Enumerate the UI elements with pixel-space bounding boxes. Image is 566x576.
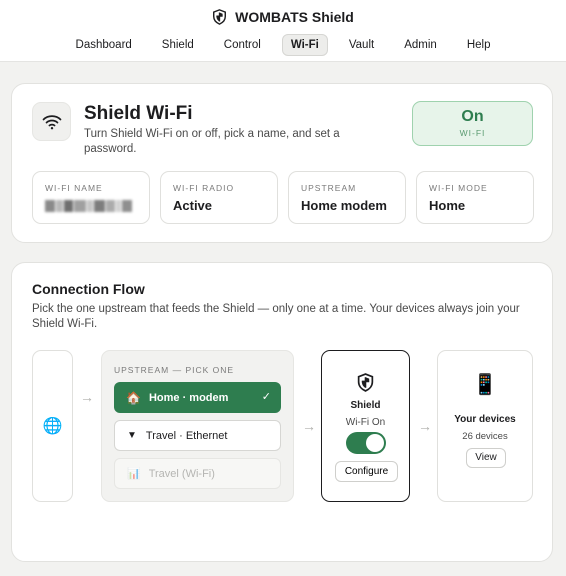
- stat-value: Home: [429, 198, 466, 213]
- globe-icon: 🌐: [42, 418, 63, 435]
- phone-icon: 📱: [472, 374, 498, 396]
- upstream-picker: UPSTREAM — PICK ONE 🏠 Home · modem ✓ ▼ T…: [101, 350, 294, 502]
- wifi-status-label: WI-FI: [459, 128, 486, 138]
- stat-label: UPSTREAM: [301, 183, 357, 193]
- nav-shield[interactable]: Shield: [153, 34, 203, 56]
- toggle-knob: [366, 434, 384, 452]
- top-bar: WOMBATS Shield Dashboard Shield Control …: [0, 0, 566, 62]
- stat-label: WI-FI RADIO: [173, 183, 235, 193]
- main-nav: Dashboard Shield Control Wi-Fi Vault Adm…: [0, 33, 566, 57]
- shield-logo-icon: [213, 9, 227, 25]
- shield-state: Wi-Fi On: [345, 417, 386, 428]
- stat-wifi-mode: WI-FI MODE Home: [416, 171, 534, 224]
- wifi-status-value: On: [461, 108, 484, 125]
- arrow-right-icon: →: [80, 389, 94, 405]
- configure-button[interactable]: Configure: [335, 461, 398, 482]
- stat-wifi-radio: WI-FI RADIO Active: [160, 171, 278, 224]
- house-icon: 🏠: [126, 390, 141, 405]
- nav-control[interactable]: Control: [215, 34, 270, 56]
- wifi-status-badge[interactable]: On WI-FI: [412, 101, 533, 146]
- option-label: Travel (Wi-Fi): [148, 467, 215, 480]
- devices-count: 26 devices: [462, 431, 508, 442]
- nav-wifi[interactable]: Wi-Fi: [281, 34, 328, 56]
- shield-node: Shield Wi-Fi On Configure: [321, 350, 410, 502]
- devices-title: Your devices: [454, 414, 516, 425]
- chart-icon: 📊: [127, 468, 141, 480]
- stat-value: Active: [173, 198, 213, 213]
- arrow-right-icon: →: [418, 418, 432, 434]
- brand-name: WOMBATS Shield: [235, 9, 354, 25]
- upstream-option-travel-ethernet[interactable]: ▼ Travel · Ethernet: [114, 420, 281, 451]
- nav-help[interactable]: Help: [458, 34, 500, 56]
- page-subtitle: Turn Shield Wi-Fi on or off, pick a name…: [84, 128, 340, 155]
- upstream-label: UPSTREAM — PICK ONE: [114, 365, 235, 375]
- view-devices-button[interactable]: View: [466, 448, 506, 468]
- nav-admin[interactable]: Admin: [395, 34, 446, 56]
- nav-vault[interactable]: Vault: [340, 34, 383, 56]
- page-title: Shield Wi-Fi: [84, 103, 193, 124]
- upstream-option-travel-wifi: 📊 Travel (Wi-Fi): [114, 458, 281, 489]
- stat-label: WI-FI NAME: [45, 183, 103, 193]
- wifi-name-redacted: [45, 199, 133, 213]
- nav-dashboard[interactable]: Dashboard: [67, 34, 141, 56]
- option-label: Travel · Ethernet: [145, 429, 228, 442]
- section-title: Connection Flow: [32, 281, 145, 297]
- wifi-icon: [32, 102, 71, 141]
- brand: WOMBATS Shield: [0, 7, 566, 27]
- stat-wifi-name: WI-FI NAME: [32, 171, 150, 224]
- shield-icon: [357, 373, 374, 392]
- option-label: Home · modem: [148, 391, 229, 404]
- check-icon: ✓: [261, 391, 271, 403]
- stat-label: WI-FI MODE: [429, 183, 488, 193]
- stat-upstream: UPSTREAM Home modem: [288, 171, 406, 224]
- ethernet-icon: ▼: [127, 430, 137, 441]
- stat-value: Home modem: [301, 198, 387, 213]
- devices-node: 📱 Your devices 26 devices View: [437, 350, 533, 502]
- section-description: Pick the one upstream that feeds the Shi…: [32, 303, 520, 330]
- shield-name: Shield: [350, 400, 381, 411]
- wifi-card: Shield Wi-Fi Turn Shield Wi-Fi on or off…: [11, 83, 553, 243]
- wifi-toggle[interactable]: [346, 432, 386, 454]
- connection-flow-card: Connection Flow Pick the one upstream th…: [11, 262, 553, 562]
- internet-node: 🌐: [32, 350, 73, 502]
- upstream-option-home-modem[interactable]: 🏠 Home · modem ✓: [114, 382, 281, 413]
- arrow-right-icon: →: [302, 418, 316, 434]
